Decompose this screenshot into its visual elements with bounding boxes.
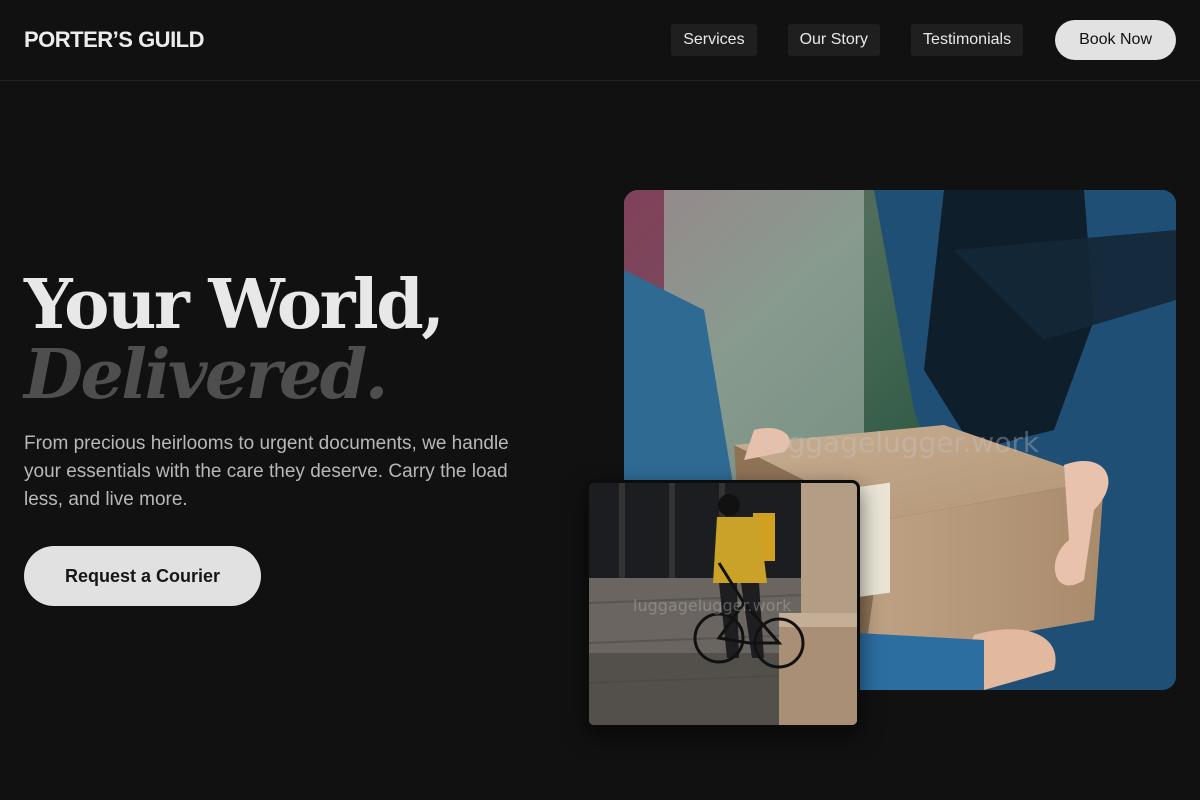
hero-text: Your World, Delivered. From precious hei…: [24, 270, 544, 606]
hero-subtext: From precious heirlooms to urgent docume…: [24, 433, 509, 510]
nav-link-testimonials[interactable]: Testimonials: [911, 24, 1024, 56]
courier-bike-illustration: [589, 483, 857, 725]
request-courier-button[interactable]: Request a Courier: [24, 546, 261, 606]
hero-headline-line1: Your World,: [24, 265, 445, 345]
brand-logo[interactable]: PORTER’S GUILD: [24, 27, 205, 53]
nav-links: Services Our Story Testimonials Book Now: [671, 20, 1176, 60]
hero-headline-line2: Delivered.: [24, 335, 388, 415]
navbar: PORTER’S GUILD Services Our Story Testim…: [0, 0, 1200, 81]
book-now-button[interactable]: Book Now: [1055, 20, 1176, 60]
nav-link-our-story[interactable]: Our Story: [787, 24, 881, 56]
nav-link-services[interactable]: Services: [671, 24, 757, 56]
hero-headline: Your World, Delivered.: [24, 270, 544, 410]
courier-bike-photo: luggagelugger.work: [586, 480, 860, 728]
